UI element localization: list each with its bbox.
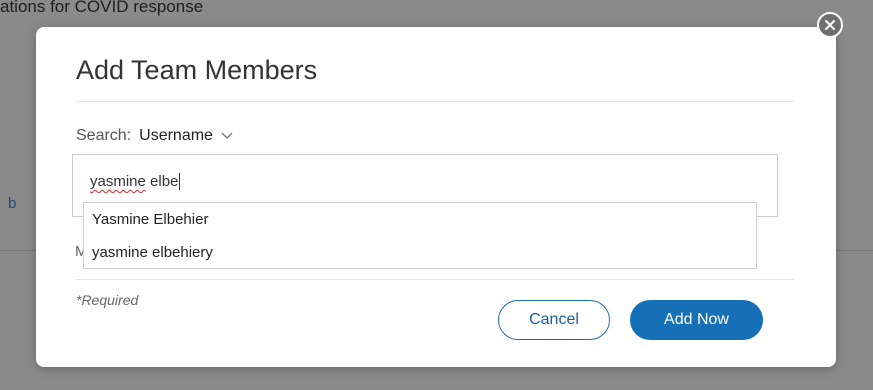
search-value-rest: elbe — [145, 173, 179, 190]
required-note: *Required — [76, 292, 139, 308]
add-team-members-dialog: Add Team Members Search: Username yasmin… — [36, 27, 836, 367]
search-type-row: Search: Username — [76, 127, 233, 145]
search-type-dropdown[interactable]: Username — [139, 127, 233, 145]
text-caret — [179, 173, 181, 190]
dialog-title: Add Team Members — [76, 55, 318, 85]
background-page-title: ations for COVID response — [0, 0, 204, 16]
suggestion-item[interactable]: yasmine elbehiery — [84, 236, 756, 269]
add-now-button[interactable]: Add Now — [630, 300, 763, 340]
background-link-fragment: b — [8, 195, 17, 212]
search-type-value: Username — [139, 127, 213, 144]
footer-divider — [76, 279, 794, 280]
close-icon[interactable] — [817, 12, 843, 38]
chevron-down-icon — [221, 132, 233, 140]
title-divider — [76, 101, 794, 102]
misspelled-word: yasmine — [90, 173, 146, 190]
suggestion-dropdown: Yasmine Elbehier yasmine elbehiery — [83, 202, 757, 269]
search-input-value: yasmine elbe — [90, 173, 181, 190]
search-label: Search: — [76, 127, 132, 144]
cancel-button[interactable]: Cancel — [498, 300, 610, 340]
suggestion-item[interactable]: Yasmine Elbehier — [84, 203, 756, 236]
